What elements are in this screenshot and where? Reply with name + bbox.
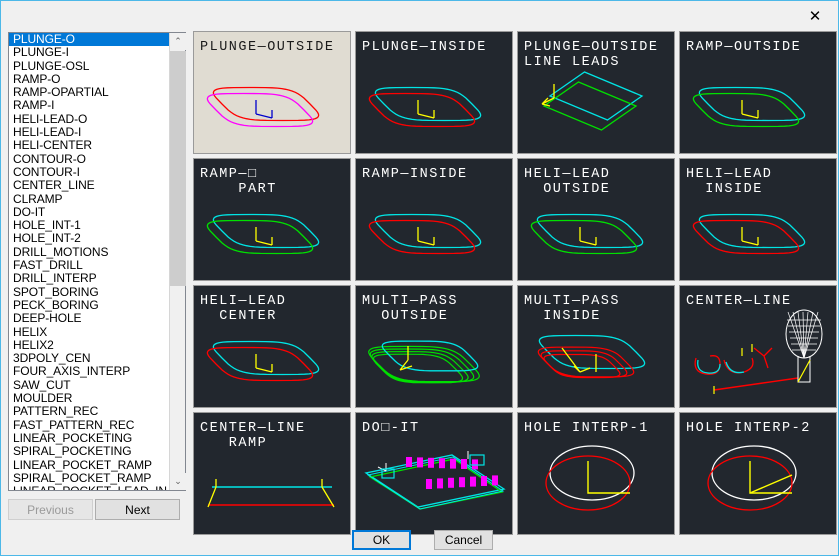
list-item[interactable]: PLUNGE-OSL: [9, 59, 169, 73]
thumbnail-plunge-inside[interactable]: PLUNGE—INSIDE: [355, 31, 513, 154]
list-item[interactable]: FAST_PATTERN_REC: [9, 418, 169, 432]
list-item[interactable]: CLRAMP: [9, 192, 169, 206]
list-item[interactable]: LINEAR_POCKET_LEAD_IN: [9, 484, 169, 490]
list-item[interactable]: HOLE_INT-1: [9, 218, 169, 232]
list-item[interactable]: PATTERN_REC: [9, 405, 169, 419]
list-item[interactable]: MOULDER: [9, 391, 169, 405]
list-item[interactable]: SPOT_BORING: [9, 285, 169, 299]
scroll-down-icon[interactable]: ⌄: [170, 473, 186, 490]
list-item[interactable]: PLUNGE-I: [9, 45, 169, 59]
list-item[interactable]: PECK_BORING: [9, 298, 169, 312]
list-scrollbar[interactable]: ⌃ ⌄: [169, 33, 186, 490]
list-item[interactable]: LINEAR_POCKETING: [9, 431, 169, 445]
list-item[interactable]: RAMP-O: [9, 72, 169, 86]
previous-button[interactable]: Previous: [8, 499, 93, 520]
close-icon[interactable]: ✕: [795, 4, 835, 28]
thumbnail-grid: PLUNGE—OUTSIDE PLUNGE—INSIDE PLUNGE—OUTSID…: [193, 31, 837, 535]
list-item[interactable]: RAMP-OPARTIAL: [9, 85, 169, 99]
next-button[interactable]: Next: [95, 499, 180, 520]
thumbnail-heli-lead-center[interactable]: HELI—LEAD CENTER: [193, 285, 351, 408]
list-item[interactable]: SAW_CUT: [9, 378, 169, 392]
list-item[interactable]: CONTOUR-I: [9, 165, 169, 179]
list-item[interactable]: FAST_DRILL: [9, 258, 169, 272]
list-item[interactable]: CONTOUR-O: [9, 152, 169, 166]
title-bar: ✕: [2, 2, 837, 29]
template-list-items[interactable]: PLUNGE-O PLUNGE-I PLUNGE-OSL RAMP-O RAMP-OPA…: [9, 33, 169, 490]
template-selection-dialog: ✕ PLUNGE-O PLUNGE-I PLUNGE-OSL RAMP-O RAMP-O…: [0, 0, 839, 556]
list-item[interactable]: FOUR_AXIS_INTERP: [9, 365, 169, 379]
thumbnail-do-it[interactable]: DO□-IT: [355, 412, 513, 535]
thumbnail-hole-interp-1[interactable]: HOLE INTERP-1: [517, 412, 675, 535]
thumbnail-hole-interp-2[interactable]: HOLE INTERP-2: [679, 412, 837, 535]
thumbnail-heli-lead-inside[interactable]: HELI—LEAD INSIDE: [679, 158, 837, 281]
ok-button[interactable]: OK: [352, 530, 411, 550]
list-item[interactable]: SPIRAL_POCKET_RAMP: [9, 471, 169, 485]
thumbnail-center-line-ramp[interactable]: CENTER—LINE RAMP: [193, 412, 351, 535]
list-item[interactable]: 3DPOLY_CEN: [9, 351, 169, 365]
list-item[interactable]: DRILL_INTERP: [9, 272, 169, 286]
list-item[interactable]: PLUNGE-O: [9, 33, 169, 47]
thumbnail-center-line[interactable]: CENTER—LINE: [679, 285, 837, 408]
scrollbar-thumb[interactable]: [170, 51, 186, 286]
list-item[interactable]: HELI-LEAD-I: [9, 125, 169, 139]
list-item[interactable]: RAMP-I: [9, 99, 169, 113]
list-item[interactable]: DEEP-HOLE: [9, 311, 169, 325]
list-item[interactable]: HELI-LEAD-O: [9, 112, 169, 126]
list-item[interactable]: HELIX2: [9, 338, 169, 352]
thumbnail-multi-pass-outside[interactable]: MULTI—PASS OUTSIDE: [355, 285, 513, 408]
list-item[interactable]: SPIRAL_POCKETING: [9, 444, 169, 458]
thumbnail-plunge-outside[interactable]: PLUNGE—OUTSIDE: [193, 31, 351, 154]
list-item[interactable]: HELIX: [9, 325, 169, 339]
list-item[interactable]: LINEAR_POCKET_RAMP: [9, 458, 169, 472]
list-item[interactable]: DO-IT: [9, 205, 169, 219]
cancel-button[interactable]: Cancel: [434, 530, 493, 550]
scroll-up-icon[interactable]: ⌃: [170, 33, 186, 50]
thumbnail-ramp-outside[interactable]: RAMP—OUTSIDE: [679, 31, 837, 154]
list-item[interactable]: DRILL_MOTIONS: [9, 245, 169, 259]
thumbnail-ramp-o-part[interactable]: RAMP—□ PART: [193, 158, 351, 281]
list-item[interactable]: HOLE_INT-2: [9, 232, 169, 246]
thumbnail-multi-pass-inside[interactable]: MULTI—PASS INSIDE: [517, 285, 675, 408]
thumbnail-plunge-outside-line-leads[interactable]: PLUNGE—OUTSIDE LINE LEADS: [517, 31, 675, 154]
thumbnail-heli-lead-outside[interactable]: HELI—LEAD OUTSIDE: [517, 158, 675, 281]
template-list[interactable]: PLUNGE-O PLUNGE-I PLUNGE-OSL RAMP-O RAMP-OPA…: [8, 32, 186, 491]
list-item[interactable]: CENTER_LINE: [9, 178, 169, 192]
list-item[interactable]: HELI-CENTER: [9, 139, 169, 153]
thumbnail-ramp-inside[interactable]: RAMP—INSIDE: [355, 158, 513, 281]
